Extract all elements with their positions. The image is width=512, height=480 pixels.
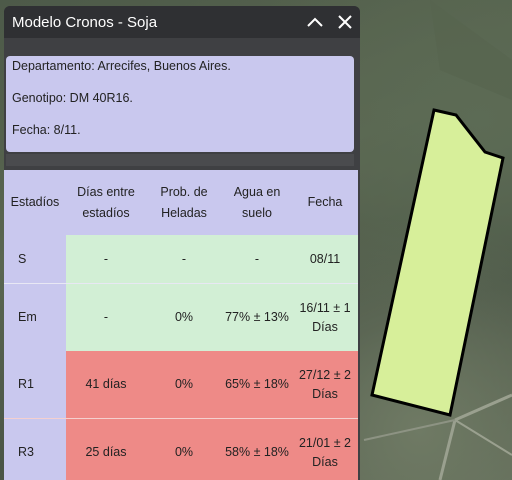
- dias-cell: -: [66, 235, 146, 284]
- info-box: Departamento: Arrecifes, Buenos Aires. G…: [6, 56, 354, 152]
- col-header-fecha: Fecha: [292, 170, 358, 235]
- collapse-button[interactable]: [300, 6, 330, 38]
- col-header-agua: Agua en suelo: [222, 170, 292, 235]
- horizontal-scrollbar[interactable]: [6, 154, 354, 166]
- fecha-cell: 08/11: [292, 235, 358, 284]
- stage-cell: R1: [4, 351, 66, 419]
- dias-cell: -: [66, 283, 146, 351]
- departamento-text: Departamento: Arrecifes, Buenos Aires.: [12, 59, 231, 73]
- heladas-cell: 0%: [146, 351, 222, 419]
- col-header-estadios: Estadíos: [4, 170, 66, 235]
- window-title: Modelo Cronos - Soja: [12, 13, 158, 31]
- fecha-text: Fecha: 8/11.: [12, 123, 81, 137]
- table-header-row: Estadíos Días entre estadíos Prob. de He…: [4, 170, 358, 235]
- table-row: S - - - 08/11: [4, 235, 358, 284]
- genotipo-text: Genotipo: DM 40R16.: [12, 91, 133, 105]
- fecha-cell: 16/11 ± 1 Días: [292, 283, 358, 351]
- cronos-panel: Modelo Cronos - Soja Departamento: Arrec…: [4, 6, 360, 480]
- table-row: R1 41 días 0% 65% ± 18% 27/12 ± 2 Días: [4, 351, 358, 419]
- agua-cell: 65% ± 18%: [222, 351, 292, 419]
- fecha-cell: 27/12 ± 2 Días: [292, 351, 358, 419]
- heladas-cell: 0%: [146, 418, 222, 480]
- table-row: R3 25 días 0% 58% ± 18% 21/01 ± 2 Días: [4, 418, 358, 480]
- col-header-heladas: Prob. de Heladas: [146, 170, 222, 235]
- dias-cell: 41 días: [66, 351, 146, 419]
- dias-cell: 25 días: [66, 418, 146, 480]
- col-header-dias: Días entre estadíos: [66, 170, 146, 235]
- stage-cell: R3: [4, 418, 66, 480]
- title-bar: Modelo Cronos - Soja: [4, 6, 360, 38]
- crop-field: [370, 108, 505, 417]
- heladas-cell: 0%: [146, 283, 222, 351]
- table-row: Em - 0% 77% ± 13% 16/11 ± 1 Días: [4, 283, 358, 351]
- heladas-cell: -: [146, 235, 222, 284]
- stages-table: Estadíos Días entre estadíos Prob. de He…: [4, 170, 358, 480]
- close-button[interactable]: [330, 6, 360, 38]
- agua-cell: 58% ± 18%: [222, 418, 292, 480]
- agua-cell: -: [222, 235, 292, 284]
- stage-cell: Em: [4, 283, 66, 351]
- close-icon: [338, 15, 352, 29]
- stage-cell: S: [4, 235, 66, 284]
- fecha-cell: 21/01 ± 2 Días: [292, 418, 358, 480]
- agua-cell: 77% ± 13%: [222, 283, 292, 351]
- chevron-up-icon: [307, 17, 323, 27]
